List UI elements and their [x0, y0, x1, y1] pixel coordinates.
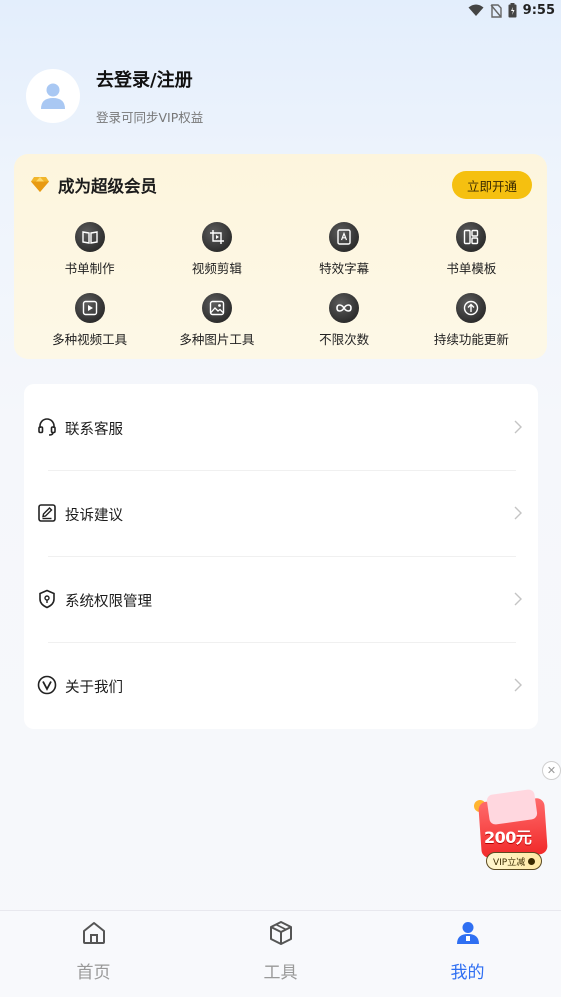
headset-icon	[38, 418, 56, 436]
status-time: 9:55	[522, 3, 555, 18]
wifi-icon	[468, 4, 484, 16]
vip-feature-updates[interactable]: 持续功能更新	[408, 293, 535, 348]
diamond-icon	[31, 177, 49, 192]
chevron-right-icon	[514, 506, 522, 520]
vip-feature-label: 持续功能更新	[433, 332, 509, 347]
menu-item-about[interactable]: 关于我们	[24, 642, 538, 728]
status-icons: 9:55	[468, 3, 555, 18]
vip-title: 成为超级会员	[58, 177, 157, 196]
nav-label: 工具	[263, 963, 298, 983]
nav-tools[interactable]: 工具	[187, 911, 374, 997]
vip-feature-template[interactable]: 书单模板	[408, 222, 535, 277]
box-icon	[270, 921, 292, 945]
arrow-icon	[528, 857, 536, 865]
vip-feature-subtitle[interactable]: 特效字幕	[281, 222, 408, 277]
vip-open-button[interactable]: 立即开通	[452, 171, 532, 199]
menu-item-permissions[interactable]: 系统权限管理	[24, 556, 538, 642]
bottom-nav: 首页 工具 我的	[0, 910, 561, 997]
promo-amount: 200元	[484, 828, 532, 847]
promo-close-button[interactable]: ✕	[542, 761, 561, 780]
vip-feature-image-tools[interactable]: 多种图片工具	[153, 293, 280, 348]
image-icon	[201, 293, 232, 323]
vip-feature-label: 多种视频工具	[52, 332, 128, 347]
close-icon: ✕	[546, 764, 557, 777]
vip-feature-book-list[interactable]: 书单制作	[26, 222, 153, 277]
chevron-right-icon	[514, 420, 522, 434]
nav-label: 首页	[76, 963, 111, 983]
vip-feature-label: 多种图片工具	[179, 332, 255, 347]
user-avatar-icon	[41, 83, 65, 109]
status-bar: 9:55	[0, 0, 561, 24]
home-icon	[83, 922, 105, 944]
vip-discount-promo[interactable]: 200元 VIP立减	[470, 788, 550, 874]
promo-tag-label: VIP立减	[493, 857, 526, 868]
book-icon	[74, 222, 105, 252]
subtitle-icon	[329, 222, 360, 252]
menu-item-customer-service[interactable]: 联系客服	[24, 384, 538, 470]
menu-label: 联系客服	[65, 422, 123, 438]
vip-feature-label: 视频剪辑	[191, 261, 242, 276]
promo-tag: VIP立减	[486, 852, 543, 870]
vip-feature-video-tools[interactable]: 多种视频工具	[26, 293, 153, 348]
vip-feature-label: 书单制作	[64, 261, 115, 276]
login-subtitle: 登录可同步VIP权益	[96, 110, 204, 125]
vip-feature-label: 特效字幕	[319, 261, 370, 276]
vip-feature-label: 书单模板	[446, 261, 497, 276]
video-crop-icon	[201, 222, 232, 252]
v-logo-icon	[37, 675, 57, 695]
settings-menu: 联系客服 投诉建议 系统权限管理 关于我们	[24, 384, 538, 729]
chevron-right-icon	[514, 592, 522, 606]
vip-feature-unlimited[interactable]: 不限次数	[281, 293, 408, 348]
nav-home[interactable]: 首页	[0, 911, 187, 997]
template-icon	[456, 222, 487, 252]
update-arrow-icon	[456, 293, 487, 323]
vip-feature-label: 不限次数	[319, 332, 370, 347]
login-register-link[interactable]: 去登录/注册	[96, 66, 193, 92]
menu-label: 投诉建议	[65, 508, 123, 524]
battery-icon	[508, 3, 517, 18]
nav-mine[interactable]: 我的	[374, 911, 561, 997]
menu-label: 系统权限管理	[65, 594, 152, 610]
video-play-icon	[74, 293, 105, 323]
shield-icon	[39, 589, 55, 609]
infinity-icon	[329, 293, 360, 323]
menu-item-feedback[interactable]: 投诉建议	[24, 470, 538, 556]
chevron-right-icon	[514, 678, 522, 692]
vip-feature-grid: 书单制作 视频剪辑 特效字幕 书单模板 多种视频工具 多种图片工具 不限次数 持…	[26, 222, 535, 348]
vip-feature-video-edit[interactable]: 视频剪辑	[153, 222, 280, 277]
user-icon	[457, 922, 479, 944]
no-sim-icon	[490, 3, 502, 18]
menu-label: 关于我们	[65, 680, 123, 696]
avatar[interactable]	[26, 69, 80, 123]
vip-card: 成为超级会员 立即开通 书单制作 视频剪辑 特效字幕 书单模板 多种视频工具 多…	[14, 154, 547, 359]
nav-label: 我的	[450, 963, 485, 983]
edit-note-icon	[38, 504, 56, 522]
